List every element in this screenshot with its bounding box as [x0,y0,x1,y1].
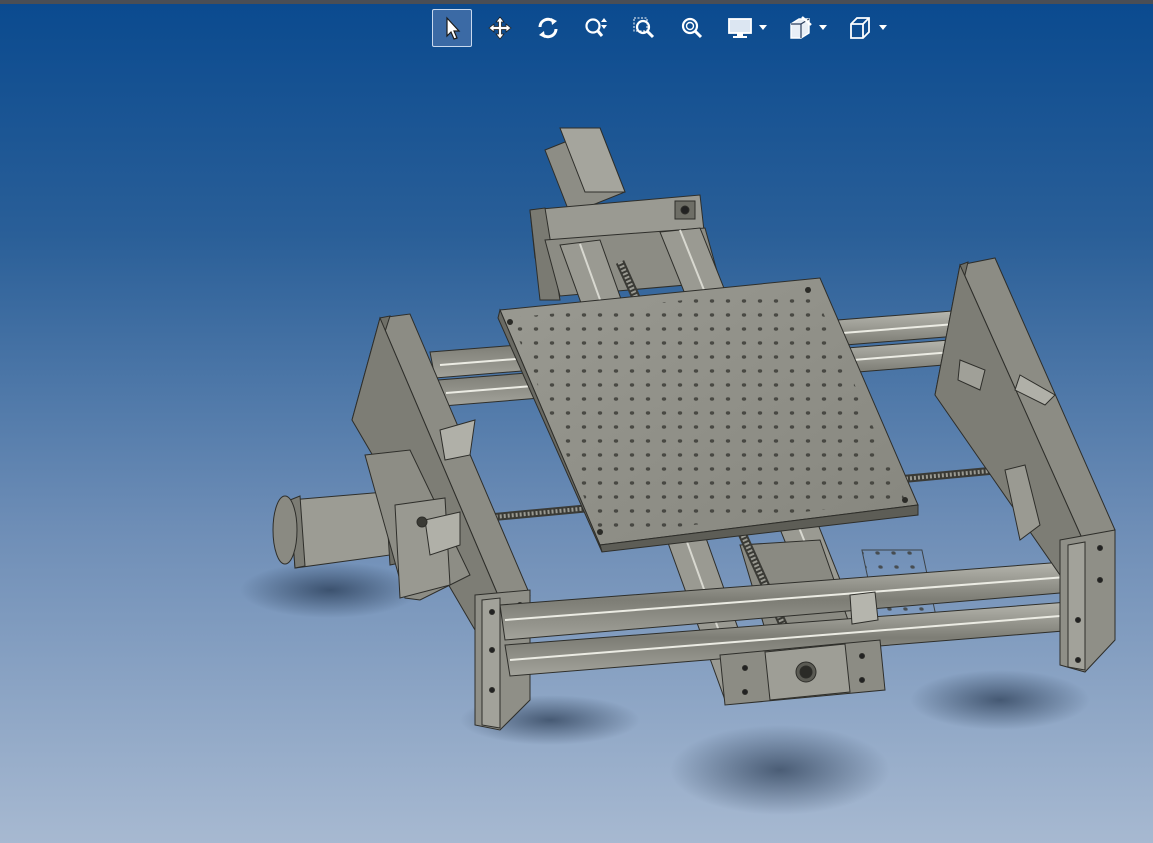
graphics-viewport[interactable] [0,0,1153,843]
cad-assembly-model[interactable] [0,0,1153,843]
